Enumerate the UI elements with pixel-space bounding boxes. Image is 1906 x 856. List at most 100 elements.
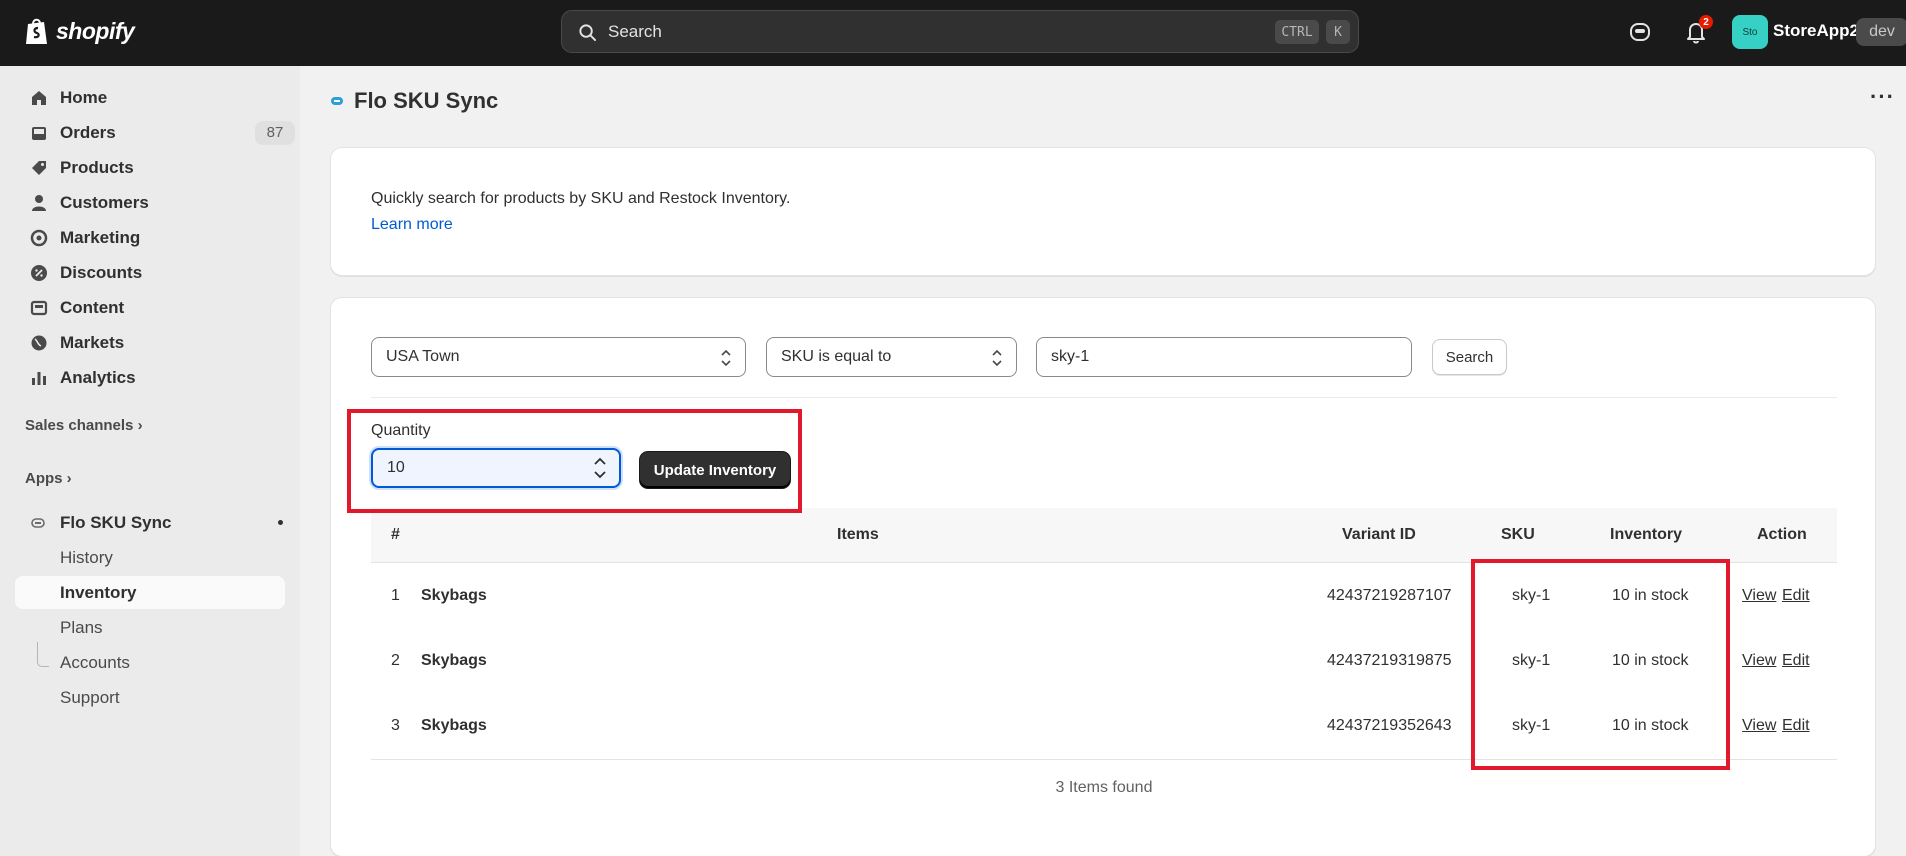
sidebar-item-orders[interactable]: Orders 87	[15, 116, 295, 149]
page-title: Flo SKU Sync	[354, 88, 499, 113]
table-header: # Items Variant ID SKU Inventory Action	[371, 508, 1837, 563]
col-variant-id: Variant ID	[1342, 526, 1416, 543]
select-chevron-icon	[992, 349, 1002, 367]
store-dev-badge: dev	[1856, 18, 1906, 46]
tag-icon	[32, 160, 46, 175]
edit-link[interactable]: Edit	[1782, 717, 1810, 735]
page-header: Flo SKU Sync	[330, 88, 498, 114]
sidebar-item-label: History	[60, 547, 113, 567]
intro-card: Quickly search for products by SKU and R…	[330, 147, 1876, 276]
row-number: 2	[391, 652, 400, 669]
shortcut-k-key: K	[1326, 20, 1350, 44]
row-variant-id: 42437219319875	[1327, 652, 1452, 669]
search-icon	[579, 24, 597, 42]
sidekick-icon[interactable]	[1627, 19, 1653, 45]
row-number: 3	[391, 717, 400, 734]
chevron-right-icon: ›	[137, 417, 143, 434]
col-action: Action	[1757, 526, 1807, 543]
sidebar-item-content[interactable]: Content	[15, 291, 285, 324]
learn-more-link[interactable]: Learn more	[371, 216, 453, 234]
sales-channels-link[interactable]: Sales channels ›	[25, 417, 143, 434]
intro-text: Quickly search for products by SKU and R…	[371, 190, 791, 207]
search-placeholder: Search	[608, 22, 662, 41]
sidebar-item-discounts[interactable]: Discounts	[15, 256, 285, 289]
globe-icon	[31, 335, 47, 350]
items-found-text: 3 Items found	[1055, 779, 1153, 796]
row-item: Skybags	[421, 652, 487, 669]
orders-count-badge: 87	[255, 120, 295, 145]
shortcut-ctrl-key: CTRL	[1275, 20, 1319, 44]
sidebar-item-analytics[interactable]: Analytics	[15, 361, 285, 394]
edit-link[interactable]: Edit	[1782, 587, 1810, 605]
sidebar-item-label: Inventory	[60, 582, 137, 602]
inbox-icon	[32, 126, 46, 140]
store-name[interactable]: StoreApp2	[1773, 21, 1859, 41]
logo-text: shopify	[56, 17, 135, 44]
discount-icon	[31, 264, 47, 281]
content-icon	[30, 300, 48, 315]
view-link[interactable]: View	[1742, 652, 1776, 670]
apps-link[interactable]: Apps ›	[25, 470, 72, 487]
edit-link[interactable]: Edit	[1782, 652, 1810, 670]
sidebar-item-flo-sku-sync[interactable]: Flo SKU Sync	[15, 506, 285, 539]
sidebar-item-label: Marketing	[60, 227, 141, 247]
sidebar-item-inventory[interactable]: Inventory	[15, 576, 285, 609]
bar-chart-icon	[32, 371, 46, 385]
chevron-right-icon: ›	[66, 470, 72, 487]
row-variant-id: 42437219287107	[1327, 587, 1452, 604]
search-button[interactable]: Search	[1432, 339, 1507, 375]
global-search[interactable]: Search CTRL K	[561, 10, 1359, 53]
pin-dot	[278, 520, 283, 525]
sidebar-item-plans[interactable]: Plans	[15, 611, 285, 644]
col-items: Items	[837, 526, 879, 543]
notification-badge: 2	[1699, 15, 1713, 29]
app-icon	[331, 97, 343, 105]
sales-channels-label: Sales channels	[25, 417, 134, 434]
sidebar-item-accounts[interactable]: Accounts	[15, 646, 285, 679]
sidebar-item-history[interactable]: History	[15, 541, 285, 574]
select-chevron-icon	[721, 349, 731, 367]
highlight-quantity-box	[347, 409, 802, 513]
home-icon	[32, 90, 46, 105]
sku-query-value: sky-1	[1051, 348, 1090, 365]
sidebar-item-label: Support	[60, 687, 120, 707]
row-variant-id: 42437219352643	[1327, 717, 1452, 734]
sidebar-item-label: Customers	[60, 192, 149, 212]
sidebar-item-markets[interactable]: Markets	[15, 326, 285, 359]
sidebar-item-marketing[interactable]: Marketing	[15, 221, 285, 254]
sidebar-item-support[interactable]: Support	[15, 681, 285, 714]
store-avatar[interactable]: Sto	[1732, 15, 1768, 49]
sidebar-item-label: Home	[60, 87, 108, 107]
col-sku: SKU	[1501, 526, 1535, 543]
row-item: Skybags	[421, 587, 487, 604]
view-link[interactable]: View	[1742, 587, 1776, 605]
more-actions-icon[interactable]: ···	[1870, 86, 1894, 116]
sidebar-item-label: Orders	[60, 122, 116, 142]
location-select[interactable]: USA Town	[371, 337, 746, 377]
view-link[interactable]: View	[1742, 717, 1776, 735]
sidebar-item-customers[interactable]: Customers	[15, 186, 285, 219]
highlight-sku-inventory-box	[1471, 559, 1730, 770]
apps-label: Apps	[25, 470, 63, 487]
col-inventory: Inventory	[1610, 526, 1683, 543]
sidebar-item-label: Content	[60, 297, 125, 317]
row-number: 1	[391, 587, 400, 604]
target-icon	[30, 229, 48, 246]
app-icon	[31, 517, 45, 528]
top-bar: shopify Search CTRL K 2 Sto StoreApp2 de…	[0, 0, 1906, 66]
condition-value: SKU is equal to	[781, 348, 892, 365]
sidebar-item-label: Accounts	[60, 652, 130, 672]
sidebar-item-products[interactable]: Products	[15, 151, 285, 184]
sidebar-item-label: Discounts	[60, 262, 143, 282]
location-value: USA Town	[386, 348, 460, 365]
sidebar-item-home[interactable]: Home	[15, 81, 285, 114]
shopify-logo[interactable]: shopify	[24, 16, 135, 46]
sku-search-input[interactable]: sky-1	[1036, 337, 1412, 377]
sidebar-item-label: Analytics	[60, 367, 136, 387]
divider	[371, 397, 1837, 398]
sidebar-item-label: Products	[60, 157, 134, 177]
sidebar-item-label: Flo SKU Sync	[60, 512, 172, 532]
sidebar-item-label: Plans	[60, 617, 103, 637]
condition-select[interactable]: SKU is equal to	[766, 337, 1017, 377]
col-number: #	[391, 526, 400, 543]
